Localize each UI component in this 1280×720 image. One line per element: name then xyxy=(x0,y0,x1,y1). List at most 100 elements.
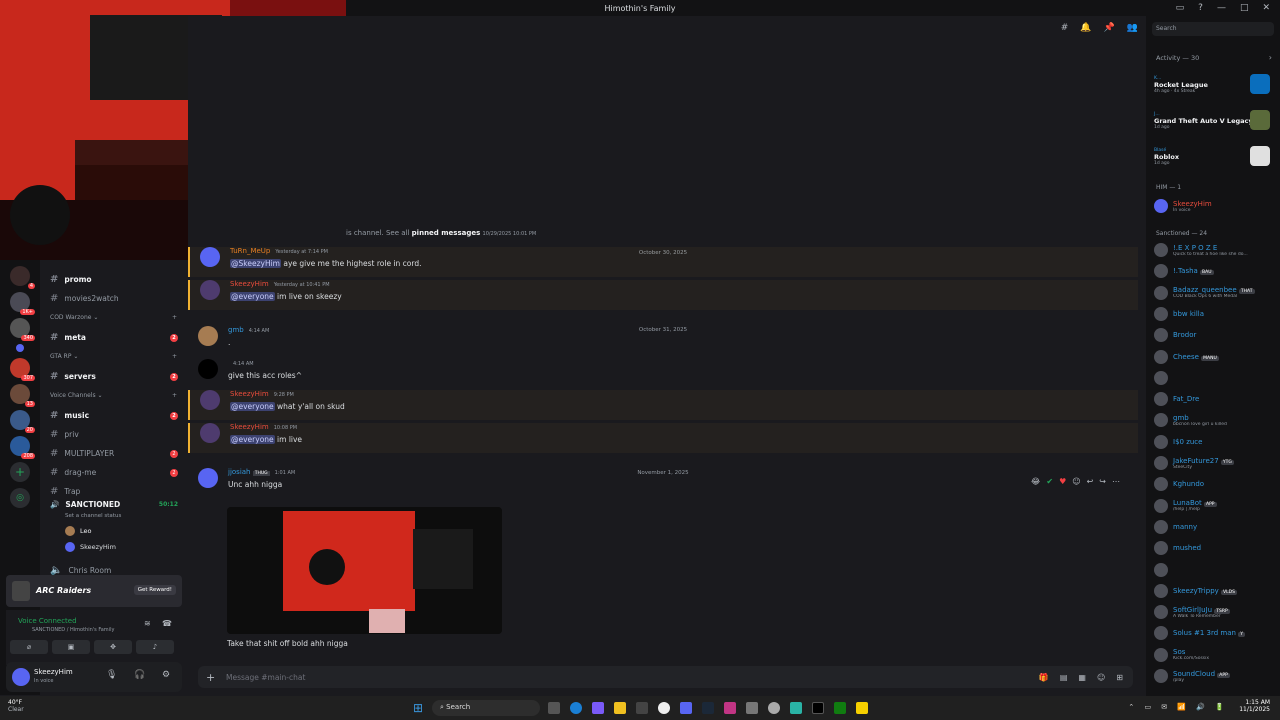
weather-widget[interactable]: 40°F Clear xyxy=(8,699,24,713)
mention[interactable]: @everyone xyxy=(230,402,275,411)
system-tray[interactable]: ⌃ ▭ ✉ 📶 🔊 🔋 xyxy=(1128,703,1228,711)
discover-icon[interactable]: ◎ xyxy=(10,488,30,508)
noise-suppression-icon[interactable]: ≋ xyxy=(144,619,151,628)
app-icon[interactable] xyxy=(790,702,802,714)
member-item[interactable]: SoftGirlJuJu TSRP A Walk To Remember xyxy=(1154,605,1278,620)
channel-item[interactable]: # servers 2 xyxy=(50,371,180,382)
obs-icon[interactable] xyxy=(768,702,780,714)
channel-item[interactable]: # music 2 xyxy=(50,410,180,421)
emoji-icon[interactable]: ☺ xyxy=(1097,673,1105,682)
member-item[interactable]: Brodor xyxy=(1154,328,1278,343)
add-channel-icon[interactable]: + xyxy=(172,314,177,321)
gift-icon[interactable]: 🎁 xyxy=(1039,673,1049,682)
member-item[interactable]: mushed xyxy=(1154,541,1278,556)
category-cod-warzone[interactable]: COD Warzone ⌄ + xyxy=(50,314,177,321)
file-explorer-icon[interactable] xyxy=(614,702,626,714)
message-author[interactable]: SkeezyHim Yesterday at 10:41 PM xyxy=(230,280,330,288)
add-channel-icon[interactable]: + xyxy=(172,353,177,360)
attach-plus-icon[interactable]: + xyxy=(206,671,215,684)
member-item[interactable]: Badazz_queenbee THAT COD Black Ops 6 with… xyxy=(1154,285,1278,300)
activity-item[interactable]: K... Rocket League 4h ago · 4x Streak xyxy=(1154,76,1208,94)
sticker-icon[interactable]: ▦ xyxy=(1078,673,1086,682)
mention[interactable]: @everyone xyxy=(230,292,275,301)
message-author[interactable]: jjosiah THUG 1:01 AM xyxy=(228,468,295,476)
server-icon[interactable]: 340 xyxy=(10,318,35,341)
server-icon[interactable]: 307 xyxy=(10,358,35,381)
edge-icon[interactable] xyxy=(570,702,582,714)
xbox-icon[interactable] xyxy=(834,702,846,714)
member-item[interactable]: SkeezyHim In voice xyxy=(1154,199,1278,213)
channel-item[interactable]: # meta 2 xyxy=(50,332,180,343)
get-reward-button[interactable]: Get Reward! xyxy=(133,585,176,595)
clock[interactable]: 1:15 AM 11/1/2025 xyxy=(1239,699,1270,713)
discord-icon[interactable] xyxy=(680,702,692,714)
message-item[interactable]: jjosiah THUG 1:01 AM Unc ahh nigga xyxy=(188,468,1138,498)
server-icon[interactable]: 208 xyxy=(10,436,35,459)
more-icon[interactable]: ⋯ xyxy=(1112,477,1120,486)
avatar[interactable] xyxy=(200,247,220,267)
soundboard-icon[interactable]: ♪ xyxy=(136,640,174,654)
member-item[interactable]: I$0 zuce xyxy=(1154,434,1278,449)
message-input[interactable]: + Message #main-chat 🎁 ▤ ▦ ☺ ⊞ xyxy=(198,666,1133,688)
message-item[interactable]: SkeezyHim 9:28 PM @everyone what y'all on … xyxy=(188,390,1138,420)
voice-channel-sanctioned[interactable]: 🔊 SANCTIONED 50:12 xyxy=(50,500,180,509)
sticky-notes-icon[interactable] xyxy=(856,702,868,714)
voice-connected-sub[interactable]: SANCTIONED / Himothin's Family xyxy=(32,627,114,633)
category-voice-channels[interactable]: Voice Channels ⌄ + xyxy=(50,392,177,399)
avatar[interactable] xyxy=(198,359,218,379)
message-item[interactable]: SkeezyHim Yesterday at 10:41 PM @everyone … xyxy=(188,280,1138,310)
member-item[interactable]: Cheese MANU xyxy=(1154,349,1278,364)
pinned-messages-link[interactable]: pinned messages xyxy=(412,229,481,237)
reaction-check-icon[interactable]: ✔ xyxy=(1046,477,1053,486)
message-author[interactable]: TuRn_MeUp Yesterday at 7:14 PM xyxy=(230,247,328,255)
steam-icon[interactable] xyxy=(702,702,714,714)
channel-item[interactable]: # movies2watch xyxy=(50,293,180,304)
add-reaction-icon[interactable]: ☺ xyxy=(1072,477,1080,486)
channel-status[interactable]: Set a channel status xyxy=(65,513,121,519)
add-channel-icon[interactable]: + xyxy=(172,392,177,399)
member-item[interactable]: gmb bbcnon love girl u killed xyxy=(1154,413,1278,428)
chrome-icon[interactable] xyxy=(658,702,670,714)
member-item[interactable]: Kghundo xyxy=(1154,477,1278,492)
channel-item[interactable]: # drag-me 2 xyxy=(50,467,180,478)
avatar[interactable] xyxy=(12,668,30,686)
member-item[interactable]: SoundCloud APP/play xyxy=(1154,669,1278,683)
help-icon[interactable]: ? xyxy=(1198,3,1203,13)
disconnect-icon[interactable]: ☎ xyxy=(162,619,172,628)
gif-icon[interactable]: ▤ xyxy=(1060,673,1068,682)
channel-item[interactable]: # MULTIPLAYER 2 xyxy=(50,448,180,459)
username[interactable]: SkeezyHim xyxy=(34,668,73,676)
maximize-button[interactable]: □ xyxy=(1240,3,1249,13)
avatar[interactable] xyxy=(198,326,218,346)
message-item[interactable]: TuRn_MeUp Yesterday at 7:14 PM @SkeezyHim … xyxy=(188,247,1138,277)
promo-banner[interactable]: ARC Raiders Get Reward! xyxy=(6,575,182,607)
forward-icon[interactable]: ↪ xyxy=(1099,477,1106,486)
apps-icon[interactable]: ⊞ xyxy=(1116,673,1123,682)
avatar[interactable] xyxy=(200,423,220,443)
voice-user[interactable]: Leo xyxy=(65,526,91,536)
inbox-icon[interactable]: ▭ xyxy=(1176,3,1185,13)
notification-bell-icon[interactable]: 🔔 xyxy=(1080,23,1091,33)
taskbar-search[interactable]: ⌕ Search xyxy=(432,700,540,716)
reaction-heart-icon[interactable]: ♥ xyxy=(1059,477,1066,486)
reaction-laugh-icon[interactable]: 😂 xyxy=(1031,477,1040,486)
message-item[interactable]: SkeezyHim 10:08 PM @everyone im live xyxy=(188,423,1138,453)
pin-icon[interactable]: 📌 xyxy=(1104,23,1115,33)
close-button[interactable]: ✕ xyxy=(1262,3,1270,13)
channel-item[interactable]: # promo xyxy=(50,274,180,285)
member-item[interactable] xyxy=(1154,370,1278,385)
message-item[interactable]: 4:14 AM give this acc roles^ xyxy=(188,359,1138,389)
camera-icon[interactable]: ⌀ xyxy=(10,640,48,654)
reply-icon[interactable]: ↩ xyxy=(1087,477,1094,486)
server-icon[interactable]: 20 xyxy=(10,410,35,433)
member-item[interactable]: LunaBot APP/help | /help xyxy=(1154,498,1278,513)
search-input[interactable]: Search xyxy=(1152,22,1274,36)
task-view-icon[interactable] xyxy=(548,702,560,714)
avatar[interactable] xyxy=(200,280,220,300)
mention[interactable]: @SkeezyHim xyxy=(230,259,281,268)
member-item[interactable]: !.E X P O Z E Quick to treat a hoe like s… xyxy=(1154,243,1278,257)
chevron-right-icon[interactable]: › xyxy=(1269,53,1272,62)
member-list-icon[interactable]: 👥 xyxy=(1127,23,1138,33)
server-icon[interactable]: 13 xyxy=(10,384,35,407)
member-item[interactable]: Solus #1 3rd man Y xyxy=(1154,626,1278,641)
